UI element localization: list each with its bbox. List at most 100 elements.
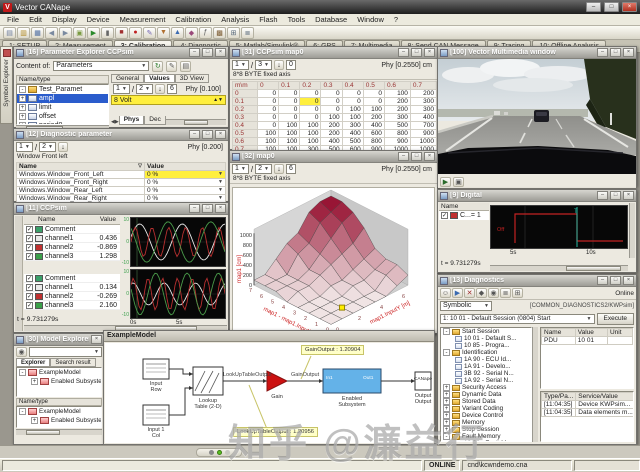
- map-cell[interactable]: 300: [342, 122, 363, 130]
- unit-tab[interactable]: Dec: [144, 116, 166, 125]
- tree-item[interactable]: - Test_Paramet: [17, 85, 108, 94]
- diagnostics-titlebar[interactable]: [13] Diagnostics –□×: [438, 275, 636, 287]
- map-cell[interactable]: 500: [342, 138, 363, 146]
- result-column-header[interactable]: Value: [575, 329, 607, 337]
- channel-checkbox[interactable]: ✓: [26, 244, 33, 251]
- map-cell[interactable]: 800: [363, 138, 384, 146]
- multimedia-titlebar[interactable]: [100] Vector Multimedia window –□×: [438, 47, 636, 59]
- menu-item[interactable]: Edit: [24, 15, 47, 24]
- row-header[interactable]: 0.1: [233, 98, 258, 106]
- explorer-tab[interactable]: Search result: [50, 358, 95, 367]
- stop-measurement-icon[interactable]: ■: [115, 27, 128, 39]
- maximize-button[interactable]: □: [604, 2, 619, 12]
- parameter-value-field[interactable]: 8 Volt ▲▼: [111, 95, 226, 105]
- index-x-select[interactable]: 1▼: [232, 164, 249, 174]
- explorer-hscrollbar[interactable]: [16, 429, 102, 435]
- tree-item[interactable]: + ampl: [17, 94, 108, 103]
- map-cell[interactable]: 0: [279, 90, 300, 98]
- menu-item[interactable]: Database: [310, 15, 352, 24]
- down-arrow-icon[interactable]: ↓: [274, 164, 284, 174]
- calibration-write-icon[interactable]: ✎: [143, 27, 156, 39]
- column-header[interactable]: 0: [258, 82, 279, 90]
- name-header[interactable]: Name: [439, 203, 489, 211]
- search-icon[interactable]: ◉: [488, 288, 499, 298]
- index-y-select[interactable]: 3▼: [255, 60, 272, 70]
- open-project-icon[interactable]: ▥: [17, 27, 30, 39]
- map-cell[interactable]: 0: [300, 106, 321, 114]
- row-header[interactable]: 0.6: [233, 138, 258, 146]
- win-close-icon[interactable]: ×: [215, 48, 226, 57]
- service-group[interactable]: + Stored Data: [443, 398, 531, 405]
- content-of-select[interactable]: Parameters▼: [53, 61, 149, 71]
- map-cell[interactable]: 400: [363, 122, 384, 130]
- map-cell[interactable]: 100: [342, 106, 363, 114]
- oscilloscope-titlebar[interactable]: [11] CCPsim –□×: [14, 203, 228, 215]
- expand-icon[interactable]: +: [443, 384, 450, 391]
- index-x-select[interactable]: 1▼: [232, 60, 249, 70]
- digital-hscrollbar[interactable]: [490, 265, 628, 271]
- expand-icon[interactable]: +: [31, 378, 38, 385]
- log-column-header[interactable]: Service/Value: [576, 393, 634, 401]
- expand-icon[interactable]: +: [443, 412, 450, 419]
- map-cell[interactable]: 0: [279, 106, 300, 114]
- lock-icon[interactable]: ◆: [476, 288, 487, 298]
- service-item[interactable]: 1A 90 - ECU Id...: [455, 356, 531, 363]
- execute-button[interactable]: Execute: [597, 313, 635, 325]
- map-cell[interactable]: 100: [279, 130, 300, 138]
- function-icon[interactable]: ƒ: [199, 27, 212, 39]
- menu-item[interactable]: Window: [352, 15, 389, 24]
- play-video-icon[interactable]: ▶: [440, 177, 451, 187]
- channel-checkbox[interactable]: ✓: [26, 235, 33, 242]
- map-cell[interactable]: 100: [300, 122, 321, 130]
- save-icon[interactable]: ▦: [31, 27, 44, 39]
- map-cell[interactable]: 0: [363, 90, 384, 98]
- channel-row[interactable]: ✓ Comment: [24, 225, 120, 234]
- expand-icon[interactable]: -: [443, 433, 450, 440]
- expand-icon[interactable]: +: [19, 95, 26, 102]
- diag-parameter-titlebar[interactable]: [12] Diagnostic parameter –□×: [14, 129, 228, 141]
- map-cell[interactable]: 300: [410, 98, 436, 106]
- tile-windows-icon[interactable]: ≣: [241, 27, 254, 39]
- column-header[interactable]: 0.6: [384, 82, 410, 90]
- expand-icon[interactable]: +: [443, 405, 450, 412]
- menu-item[interactable]: Device: [82, 15, 115, 24]
- settings-icon[interactable]: ⊞: [512, 288, 523, 298]
- map-cell[interactable]: 1000: [410, 138, 436, 146]
- map-cell[interactable]: 0: [363, 98, 384, 106]
- map-cell[interactable]: 0: [258, 114, 279, 122]
- spinner-icons[interactable]: ▲▼: [213, 97, 223, 103]
- unit-tab[interactable]: Phys: [119, 116, 145, 125]
- service-item[interactable]: 10 85 - Progra...: [455, 342, 531, 349]
- map-cell[interactable]: 300: [410, 106, 436, 114]
- map-cell[interactable]: 100: [258, 138, 279, 146]
- map-cell[interactable]: 100: [321, 114, 342, 122]
- column-header[interactable]: 0.2: [300, 82, 321, 90]
- down-arrow-icon[interactable]: ↓: [274, 60, 284, 70]
- digital-plot[interactable]: T Off: [490, 205, 628, 249]
- expand-icon[interactable]: +: [443, 391, 450, 398]
- map-cell[interactable]: 200: [410, 90, 436, 98]
- index-y-select[interactable]: 2▼: [136, 84, 153, 94]
- down-arrow-icon[interactable]: ↓: [58, 142, 68, 152]
- expand-icon[interactable]: -: [19, 369, 26, 376]
- symbols-select[interactable]: Symbolic▼: [440, 301, 492, 311]
- log-row[interactable]: [11:04:35]Data elements m...: [542, 409, 635, 417]
- map-cell[interactable]: 0: [258, 122, 279, 130]
- service-group[interactable]: + Dynamic Data: [443, 391, 531, 398]
- minimize-button[interactable]: –: [586, 2, 601, 12]
- online-label[interactable]: Online: [615, 290, 634, 297]
- column-header[interactable]: 0.1: [279, 82, 300, 90]
- service-item[interactable]: 3B 92 - Serial N...: [455, 370, 531, 377]
- list-view-icon[interactable]: ▤: [180, 61, 191, 72]
- result-row[interactable]: PDU10 01: [542, 337, 633, 345]
- channel-row[interactable]: ✓ channel3 1.298: [24, 252, 120, 261]
- map-value-table[interactable]: m\m 00.10.20.30.40.50.60.7 0 00000010020…: [232, 81, 437, 154]
- map-cell[interactable]: 200: [384, 98, 410, 106]
- map-cell[interactable]: 0: [279, 114, 300, 122]
- down-arrow-icon[interactable]: ↓: [155, 84, 165, 94]
- table-row[interactable]: Windows.Window_Front_Right 0 %▼: [17, 179, 226, 187]
- symbol-explorer-tab[interactable]: Symbol Explorer: [0, 46, 13, 124]
- channel-checkbox[interactable]: ✓: [441, 212, 448, 219]
- channel-checkbox[interactable]: ✓: [26, 302, 33, 309]
- channel-row[interactable]: ✓ channel1 0.436: [24, 234, 120, 243]
